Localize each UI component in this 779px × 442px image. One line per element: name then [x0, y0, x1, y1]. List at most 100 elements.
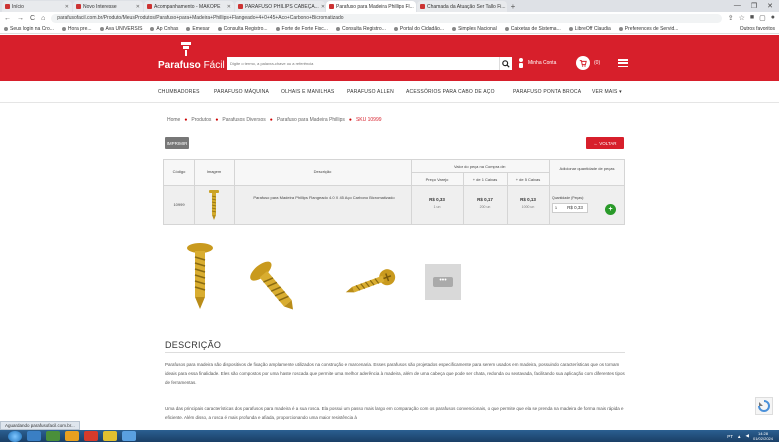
- star-icon[interactable]: ☆: [739, 14, 745, 22]
- bookmarks-more[interactable]: Outros favoritos: [740, 26, 779, 32]
- site-logo[interactable]: Parafuso Fácil: [158, 41, 225, 75]
- volume-icon[interactable]: ◀: [746, 433, 749, 439]
- nav-item-parafuso-allen[interactable]: PARAFUSO ALLEN: [347, 89, 394, 95]
- breadcrumb-item[interactable]: Produtos: [191, 117, 211, 123]
- close-icon[interactable]: ✕: [321, 4, 325, 10]
- bookmark-icon: [568, 26, 573, 31]
- hamburger-menu-icon[interactable]: [618, 59, 628, 67]
- nav-item-ponta-broca[interactable]: PARAFUSO PONTA BROCA: [513, 89, 581, 95]
- bookmark-item[interactable]: Ap Cnhas: [150, 26, 178, 32]
- nav-item-acessorios[interactable]: ACESSÓRIOS PARA CABO DE AÇO: [406, 89, 495, 95]
- tab-label: Início: [12, 3, 24, 10]
- search-button[interactable]: [499, 57, 512, 70]
- forward-icon[interactable]: →: [17, 15, 24, 22]
- breadcrumb-item[interactable]: Parafusos Diversos: [222, 117, 265, 123]
- ver-mais-label: VER MAIS: [592, 89, 618, 95]
- url-input[interactable]: parafusofacil.com.br/Produto/MeusProduto…: [51, 13, 722, 23]
- account-link[interactable]: Minha Conta: [518, 58, 556, 68]
- bookmark-icon: [61, 26, 66, 31]
- bookmark-item[interactable]: Consulta Registro...: [335, 26, 386, 32]
- bookmark-item[interactable]: Portal do Cidadão...: [393, 26, 444, 32]
- home-icon[interactable]: ⌂: [41, 15, 45, 22]
- recaptcha-icon[interactable]: [755, 397, 773, 415]
- bookmark-item[interactable]: Consulta Registro...: [217, 25, 268, 32]
- bookmark-label: Ava UNIVERSIS: [105, 25, 143, 32]
- network-icon[interactable]: ▲: [737, 434, 741, 439]
- breadcrumb-item[interactable]: Parafuso para Madeira Phillips: [277, 117, 345, 123]
- bookmark-item[interactable]: LibreOff Claudia: [568, 25, 611, 32]
- add-to-cart-button[interactable]: +: [605, 204, 616, 215]
- breadcrumb-item[interactable]: Home: [167, 117, 180, 123]
- bookmark-item[interactable]: Ava UNIVERSIS: [99, 25, 143, 32]
- maximize-icon[interactable]: ❐: [751, 2, 757, 10]
- bookmark-item[interactable]: Hora pre...: [61, 26, 92, 32]
- taskbar-app-folder-icon[interactable]: [65, 431, 79, 441]
- more-dots-icon: •••: [433, 277, 453, 287]
- nav-item-parafuso-maquina[interactable]: PARAFUSO MÁQUINA: [214, 89, 269, 95]
- nav-item-chumbadores[interactable]: CHUMBADORES: [158, 89, 200, 95]
- close-icon[interactable]: ✕: [136, 4, 140, 10]
- profile-icon[interactable]: ●: [771, 14, 775, 22]
- address-bar: ← → C ⌂ parafusofacil.com.br/Produto/Meu…: [0, 12, 779, 24]
- browser-tab[interactable]: Novo Interesse ✕: [73, 1, 143, 12]
- extension-icons: ⇪ ☆ ■ ▢ ●: [728, 14, 775, 22]
- gallery-image-screw-vertical[interactable]: [185, 243, 215, 309]
- browser-tab[interactable]: Acompanhamento - MAKOPE ✕: [144, 1, 234, 12]
- back-button[interactable]: ← VOLTAR: [586, 137, 624, 149]
- nav-item-olhais[interactable]: OLHAIS E MANILHAS: [281, 89, 334, 95]
- reload-icon[interactable]: C: [30, 15, 35, 22]
- browser-tab-active[interactable]: Parafuso para Madeira Phillips Fl...✕: [326, 1, 416, 12]
- gallery-image-screw-angled[interactable]: [247, 260, 303, 316]
- product-thumbnail[interactable]: [208, 190, 220, 220]
- cart-glyph-icon: [579, 60, 587, 67]
- bookmark-item[interactable]: Forte de Forte Fisc...: [275, 26, 328, 32]
- bookmark-item[interactable]: Emesar: [186, 25, 210, 32]
- share-icon[interactable]: ⇪: [728, 14, 734, 22]
- bookmark-label: Consulta Registro...: [223, 25, 268, 32]
- divider: [165, 352, 625, 353]
- price-1box-value: R$ 0,17: [477, 197, 493, 202]
- tabs-icon[interactable]: ▢: [759, 14, 766, 22]
- quantity-value[interactable]: 1: [552, 203, 560, 213]
- bookmark-item[interactable]: Preferences de Servid...: [618, 26, 678, 32]
- taskbar-app-media-icon[interactable]: [84, 431, 98, 441]
- back-icon[interactable]: ←: [4, 15, 11, 22]
- language-indicator[interactable]: PT: [727, 434, 733, 439]
- account-label: Minha Conta: [528, 60, 557, 66]
- tab-favicon-icon: [147, 4, 152, 9]
- bookmark-item[interactable]: Seus login na Cro...: [4, 26, 54, 32]
- breadcrumb-separator-icon: ●: [348, 117, 352, 123]
- gallery-more-button[interactable]: •••: [425, 264, 461, 300]
- browser-tab[interactable]: Início ✕: [2, 1, 72, 12]
- bookmark-label: Emesar: [192, 25, 210, 32]
- close-icon[interactable]: ✕: [65, 4, 69, 10]
- browser-tab[interactable]: PARAFUSO PHILIPS CABEÇA... ✕: [235, 1, 325, 12]
- bookmark-item[interactable]: Caixetas de Sistema...: [504, 26, 561, 32]
- clock[interactable]: 14:28 01/02/2024: [753, 431, 773, 441]
- search-input[interactable]: [227, 57, 499, 70]
- close-icon[interactable]: ✕: [227, 4, 231, 10]
- taskbar-app-icon[interactable]: [46, 431, 60, 441]
- close-window-icon[interactable]: ✕: [767, 2, 773, 10]
- bookmark-icon: [4, 26, 8, 31]
- print-button[interactable]: IMPRIMIR: [165, 137, 189, 149]
- taskbar-app-icon[interactable]: [122, 431, 136, 441]
- cart-link[interactable]: (0): [576, 56, 600, 70]
- extension-icon[interactable]: ■: [750, 14, 754, 22]
- product-code: 10999: [173, 202, 185, 207]
- taskbar-app-explorer-icon[interactable]: [27, 431, 41, 441]
- new-tab-button[interactable]: +: [508, 2, 518, 12]
- bookmark-item[interactable]: Simples Nacional: [452, 26, 497, 32]
- nav-item-ver-mais[interactable]: VER MAIS ▾: [592, 89, 622, 95]
- window-controls: — ❐ ✕: [734, 2, 779, 10]
- col-price-retail-header: Preço Varejo: [425, 177, 449, 182]
- breadcrumb-separator-icon: ●: [269, 117, 273, 123]
- bookmark-label: Seus login na Cro...: [10, 25, 54, 32]
- start-button[interactable]: [8, 430, 22, 442]
- bookmark-label: LibreOff Claudia: [574, 25, 611, 32]
- minimize-icon[interactable]: —: [734, 2, 741, 10]
- gallery-image-screw-horizontal[interactable]: [342, 262, 406, 302]
- taskbar-app-chrome-icon[interactable]: [103, 431, 117, 441]
- col-code-header: Código: [172, 169, 186, 174]
- browser-tab[interactable]: Chamada da Atuação Ser Tallo Fi...✕: [417, 1, 507, 12]
